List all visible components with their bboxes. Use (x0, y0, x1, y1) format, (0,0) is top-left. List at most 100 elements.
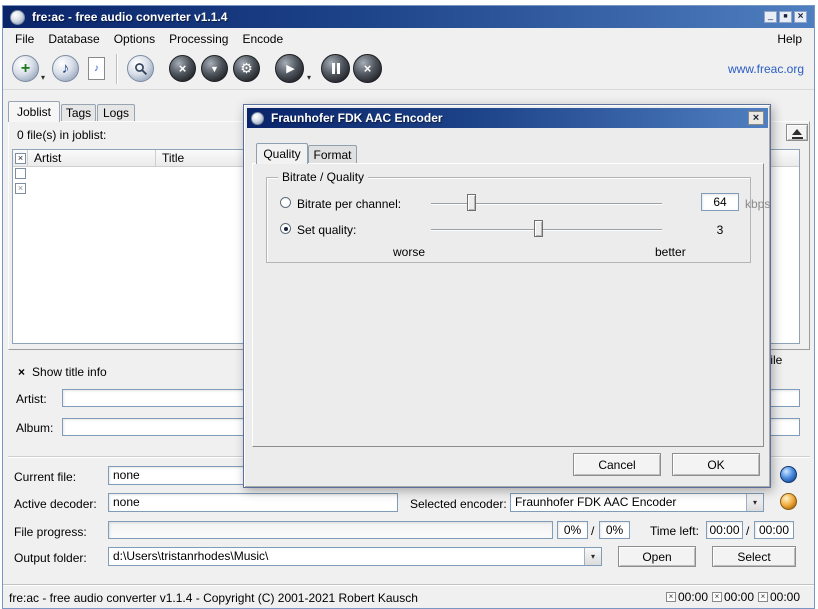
conversion-dropdown-arrow[interactable]: ▾ (307, 73, 311, 82)
scale-better-label: better (655, 245, 686, 259)
ok-button[interactable]: OK (672, 453, 760, 476)
show-title-info-toggle[interactable]: × Show title info (18, 365, 107, 379)
maximize-button[interactable]: ■ (779, 11, 792, 23)
quality-slider-track[interactable] (431, 229, 662, 231)
menu-item-processing[interactable]: Processing (162, 29, 235, 49)
dialog-close-button[interactable]: × (748, 111, 764, 125)
artist-label: Artist: (16, 392, 47, 406)
chevron-down-icon: ▾ (591, 552, 595, 561)
menu-item-database[interactable]: Database (41, 29, 106, 49)
timer-value: 00:00 (678, 590, 708, 604)
total-progress-percent: 0% (599, 521, 630, 539)
time-left-label: Time left: (650, 524, 699, 538)
tab-logs[interactable]: Logs (97, 104, 135, 121)
toolbar: + ▾ ♪ ♪ × ▼ ⚙ ▶ ▾ (3, 49, 814, 90)
add-files-button[interactable]: + (12, 55, 39, 82)
tab-tags[interactable]: Tags (61, 104, 96, 121)
menubar: File Database Options Processing Encode … (3, 28, 814, 49)
active-decoder-label: Active decoder: (14, 497, 97, 511)
album-label: Album: (16, 421, 53, 435)
timer-value: 00:00 (770, 590, 800, 604)
encoder-select[interactable]: Fraunhofer FDK AAC Encoder ▾ (510, 493, 764, 512)
output-folder-dropdown-button[interactable]: ▾ (584, 548, 601, 565)
website-link[interactable]: www.freac.org (728, 62, 804, 76)
select-button[interactable]: Select (712, 546, 796, 567)
output-folder-value: d:\Users\tristanrhodes\Music\ (109, 548, 584, 565)
info-button[interactable] (780, 466, 797, 483)
joblist-count: 0 file(s) in joblist: (17, 128, 106, 142)
minimize-button[interactable]: _ (764, 11, 777, 23)
settings-button[interactable]: ⚙ (233, 55, 260, 82)
toolbar-arrow-button[interactable]: ▼ (201, 55, 228, 82)
open-button[interactable]: Open (618, 546, 696, 567)
menu-item-help[interactable]: Help (770, 29, 814, 49)
pause-conversion-button[interactable] (321, 54, 350, 83)
bitrate-radio[interactable] (280, 197, 291, 208)
rip-cd-button[interactable]: ♪ (52, 55, 79, 82)
output-folder-label: Output folder: (14, 551, 87, 565)
plus-icon: + (21, 60, 30, 78)
music-note-icon: ♪ (62, 60, 70, 77)
query-database-button[interactable] (127, 55, 154, 82)
tab-joblist[interactable]: Joblist (8, 101, 60, 122)
time-separator: / (746, 524, 749, 538)
start-conversion-button[interactable]: ▶ (275, 54, 304, 83)
output-folder-select[interactable]: d:\Users\tristanrhodes\Music\ ▾ (108, 547, 602, 566)
quality-radio[interactable] (280, 223, 291, 234)
remove-entry-button[interactable]: × (169, 55, 196, 82)
eject-button[interactable] (786, 124, 808, 141)
toolbar-separator (116, 54, 118, 84)
music-note-icon: ♪ (94, 63, 99, 74)
percent-separator: / (591, 524, 594, 538)
x-icon: × (364, 61, 372, 76)
add-files-dropdown-arrow[interactable]: ▾ (41, 73, 45, 82)
time-left-total: 00:00 (754, 521, 794, 539)
create-file-button[interactable]: ♪ (88, 57, 105, 80)
encoder-select-value: Fraunhofer FDK AAC Encoder (511, 494, 746, 511)
menu-item-encode[interactable]: Encode (235, 29, 290, 49)
eject-icon (792, 129, 802, 135)
bitrate-unit: kbps (745, 197, 770, 211)
selected-encoder-label: Selected encoder: (410, 497, 507, 511)
dialog-tab-quality[interactable]: Quality (256, 143, 308, 164)
menu-item-file[interactable]: File (8, 29, 41, 49)
close-button[interactable]: × (794, 11, 807, 23)
cancel-button[interactable]: Cancel (573, 453, 661, 476)
quality-label: Set quality: (297, 223, 356, 237)
pause-icon (331, 63, 341, 74)
statusbar-separator (3, 584, 814, 586)
status-timer-2: × 00:00 (712, 590, 754, 604)
current-file-label: Current file: (14, 470, 76, 484)
encoder-select-button[interactable]: ▾ (746, 494, 763, 511)
bitrate-input[interactable]: 64 (701, 193, 739, 211)
timer-icon: × (666, 592, 676, 602)
main-titlebar[interactable]: fre:ac - free audio converter v1.1.4 _ ■… (3, 6, 814, 28)
screen: fre:ac - free audio converter v1.1.4 _ ■… (0, 0, 818, 609)
dialog-titlebar[interactable]: Fraunhofer FDK AAC Encoder × (247, 108, 768, 128)
select-all-checkbox[interactable]: × (15, 153, 26, 164)
stop-conversion-button[interactable]: × (353, 54, 382, 83)
window-title: fre:ac - free audio converter v1.1.4 (32, 10, 227, 24)
x-icon: × (18, 365, 25, 379)
bitrate-slider-track[interactable] (431, 203, 662, 205)
quality-slider-thumb[interactable] (534, 220, 543, 237)
down-triangle-icon: ▼ (210, 64, 219, 74)
bitrate-slider-thumb[interactable] (467, 194, 476, 211)
quality-value: 3 (701, 223, 739, 237)
status-timer-3: × 00:00 (758, 590, 800, 604)
x-icon: × (179, 61, 187, 76)
dialog-title: Fraunhofer FDK AAC Encoder (271, 111, 443, 125)
timer-value: 00:00 (724, 590, 754, 604)
file-progress-bar (108, 521, 553, 539)
encoder-settings-button[interactable] (780, 493, 797, 510)
active-decoder-value: none (108, 493, 398, 512)
status-text: fre:ac - free audio converter v1.1.4 - C… (9, 591, 418, 605)
dialog-tab-format[interactable]: Format (308, 145, 357, 164)
menu-item-options[interactable]: Options (107, 29, 162, 49)
time-left-track: 00:00 (706, 521, 743, 539)
dialog-icon (251, 112, 264, 125)
group-title: Bitrate / Quality (278, 171, 368, 183)
timer-icon: × (758, 592, 768, 602)
column-header-artist[interactable]: Artist (28, 150, 156, 166)
gear-icon: ⚙ (240, 60, 253, 77)
